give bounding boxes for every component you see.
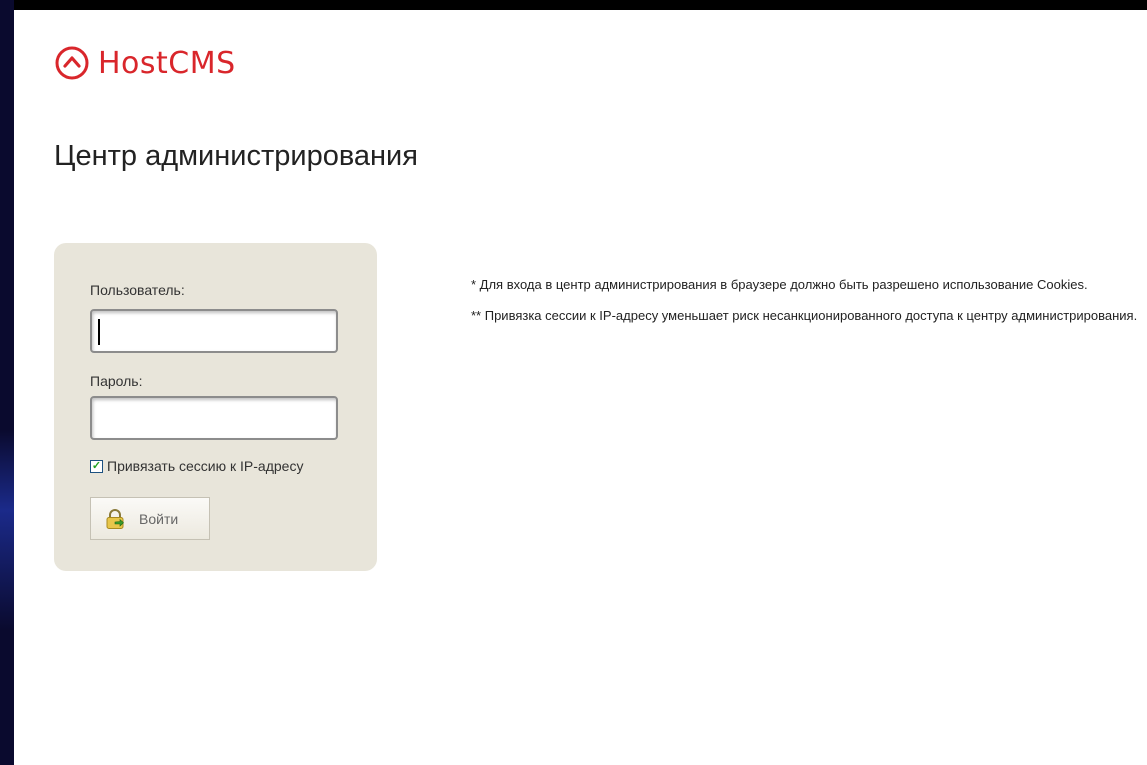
bind-session-checkbox-row[interactable]: ✓ Привязать сессию к IP-адресу: [90, 458, 303, 474]
chevron-up-circle-icon: [55, 46, 89, 80]
login-button[interactable]: Войти: [90, 497, 210, 540]
window-frame-top: [0, 0, 1147, 10]
lock-icon: [106, 508, 124, 529]
text-caret: [98, 319, 100, 345]
admin-login-page: HostCMS Центр администрирования Пользова…: [14, 10, 1147, 765]
hostcms-logo: HostCMS: [54, 45, 236, 81]
cookies-note: * Для входа в центр администрирования в …: [471, 277, 1088, 292]
password-input[interactable]: [90, 396, 338, 440]
username-input[interactable]: [90, 309, 338, 353]
bind-session-label: Привязать сессию к IP-адресу: [107, 458, 304, 474]
login-form: Пользователь: Пароль: ✓ Привязать сессию…: [54, 243, 377, 571]
notes: * Для входа в центр администрирования в …: [471, 276, 1141, 338]
bind-session-checkbox[interactable]: ✓: [90, 459, 103, 473]
logo-text: HostCMS: [98, 45, 236, 81]
login-button-label: Войти: [139, 510, 179, 527]
checkmark-icon: ✓: [91, 459, 102, 472]
window-frame-left: [0, 0, 14, 765]
username-label: Пользователь:: [90, 282, 185, 298]
password-label: Пароль:: [90, 373, 143, 389]
page-title: Центр администрирования: [54, 140, 418, 172]
frame-stripe: [0, 430, 14, 630]
ip-binding-note: ** Привязка сессии к IP-адресу уменьшает…: [471, 308, 1138, 323]
